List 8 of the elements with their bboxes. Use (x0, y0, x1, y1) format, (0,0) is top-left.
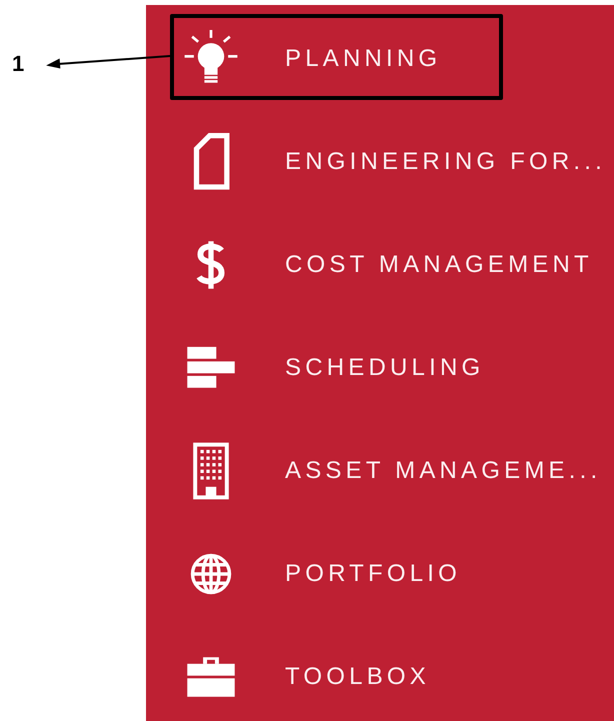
menu-item[interactable]: PORTFOLIO (146, 522, 614, 625)
menu-item[interactable]: ENGINEERING FOR... (146, 110, 614, 213)
menu-item[interactable]: COST MANAGEMENT (146, 213, 614, 316)
menu-item[interactable]: TOOLBOX (146, 625, 614, 721)
menu-item[interactable]: SCHEDULING (146, 316, 614, 419)
menu-item[interactable]: ASSET MANAGEME... (146, 419, 614, 522)
callout-number: 1 (12, 51, 24, 77)
menu-item[interactable]: PLANNING (146, 7, 614, 110)
